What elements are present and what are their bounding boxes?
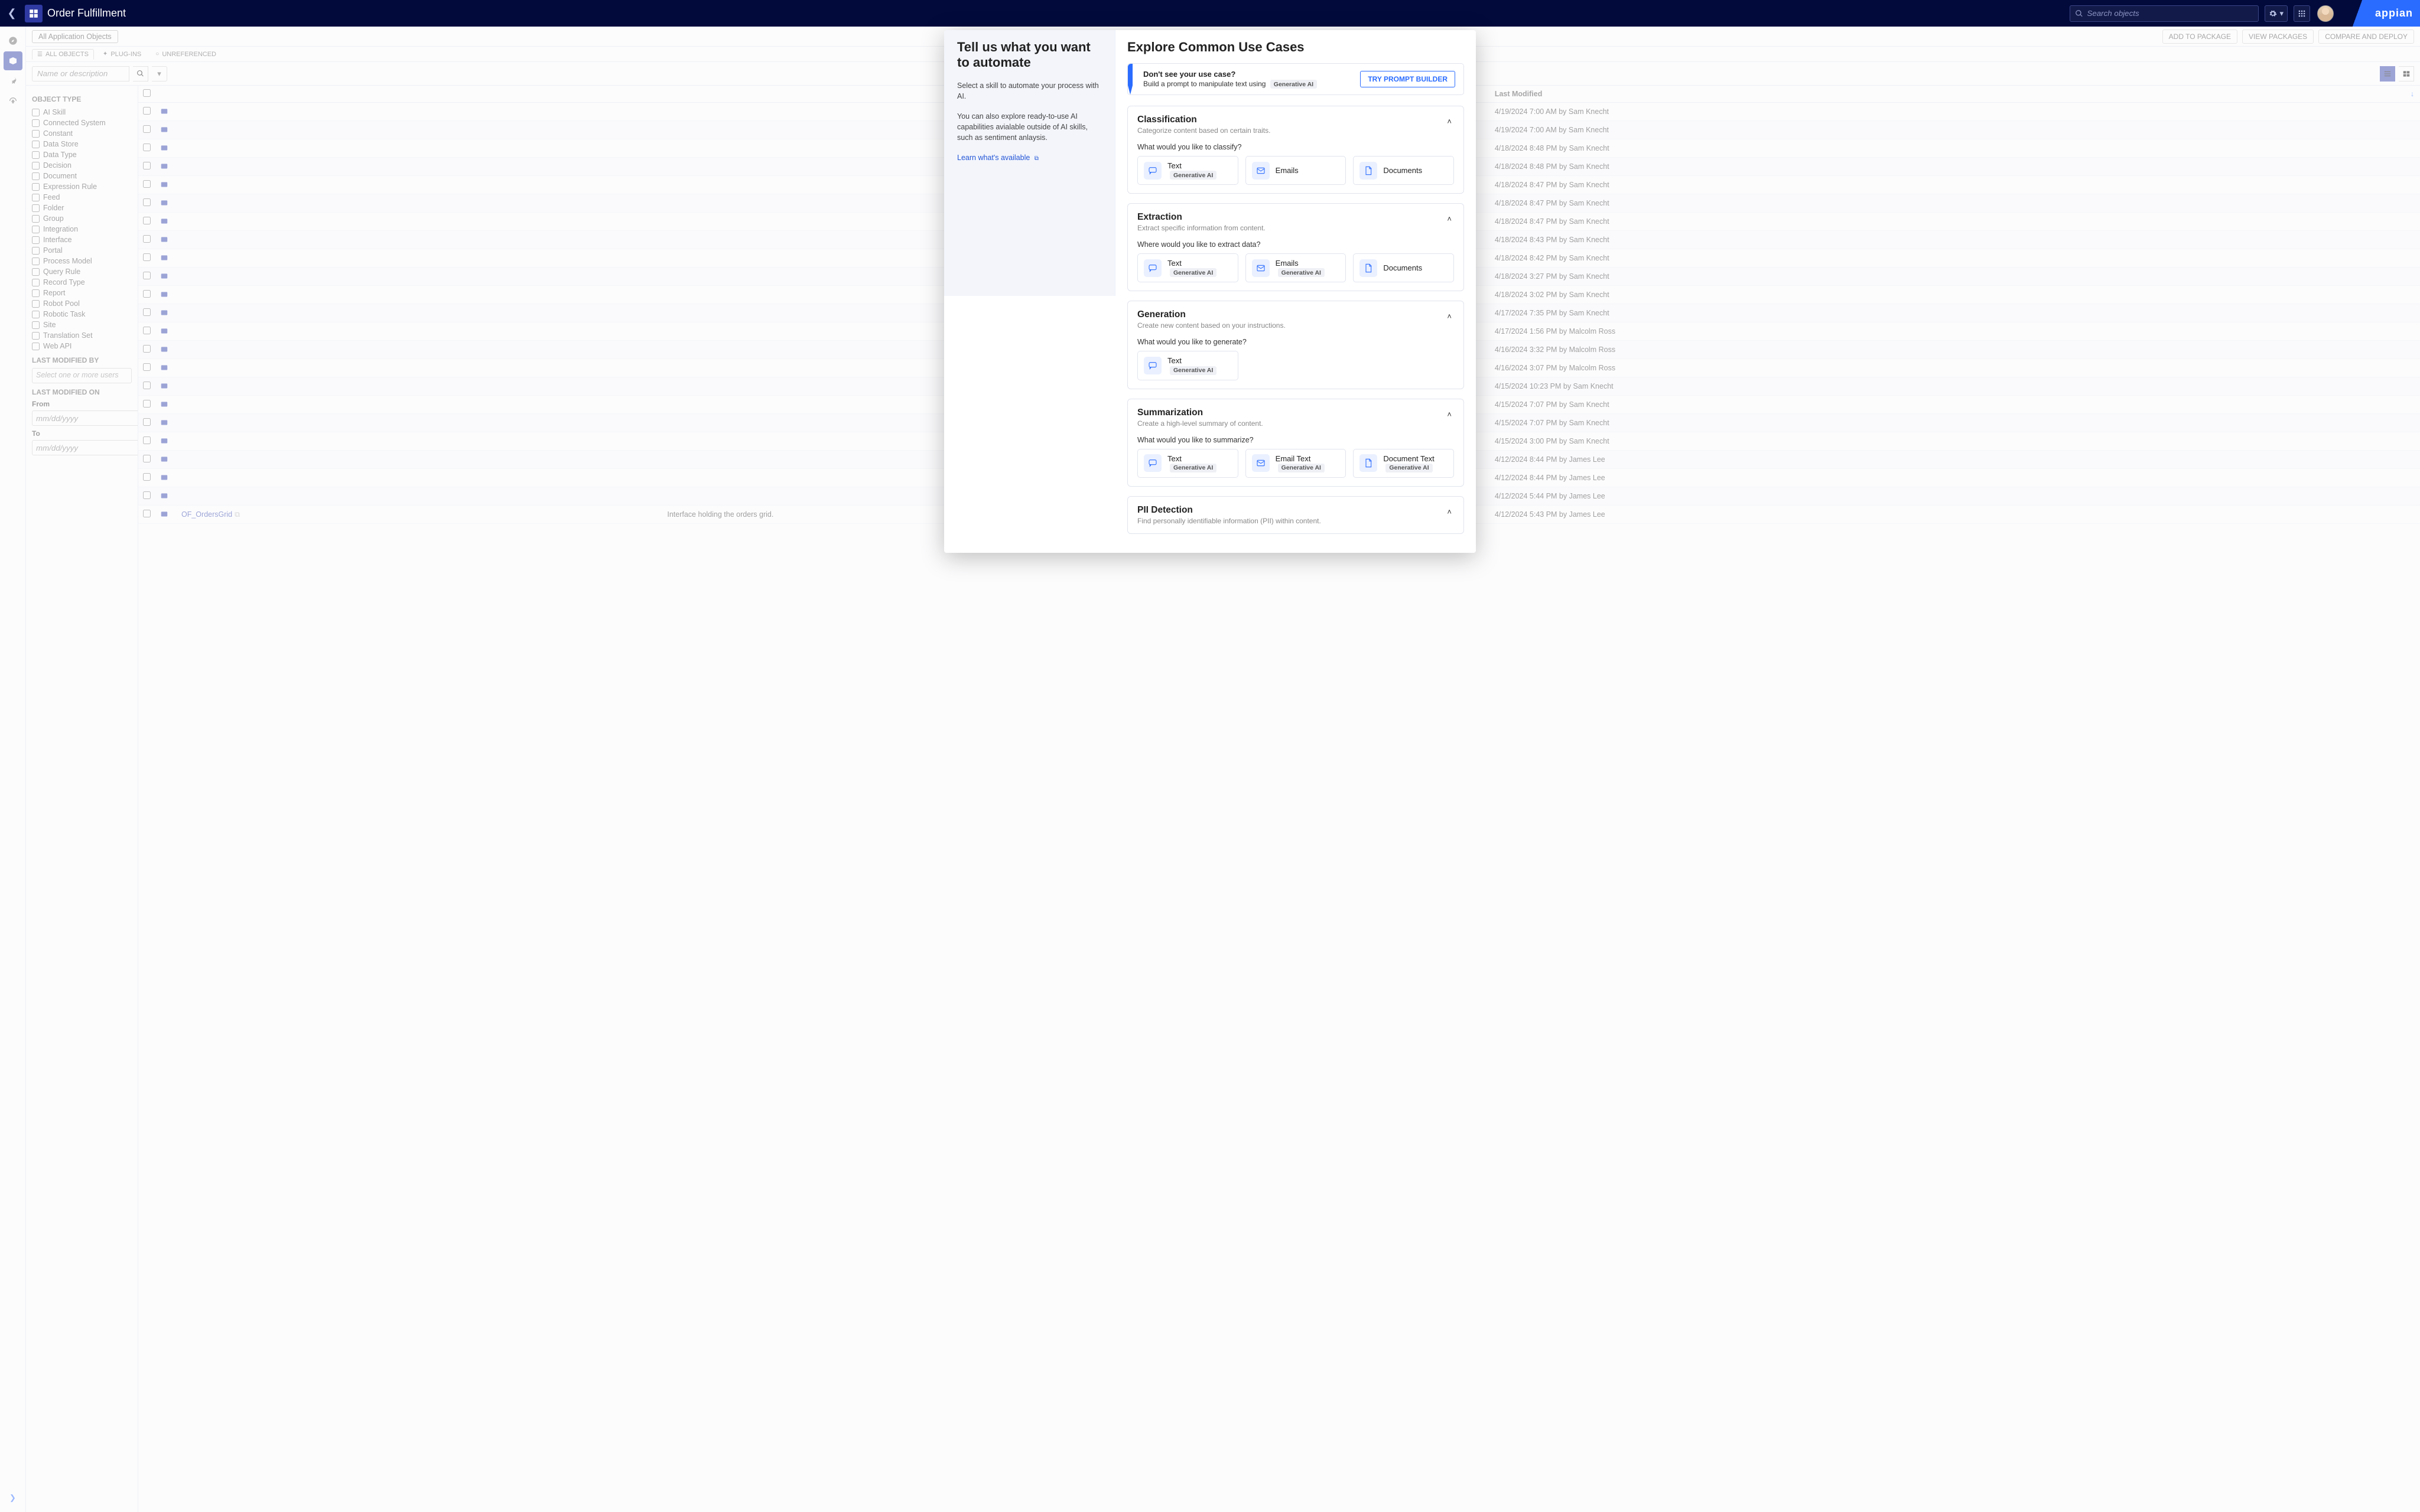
banner-title: Don't see your use case? [1143,70,1360,79]
section-title: Classification [1137,115,1445,125]
modal-overlay[interactable]: Tell us what you want to automate Select… [0,27,2420,1512]
app-switcher-icon[interactable] [25,5,43,22]
section-prompt: What would you like to generate? [1137,338,1454,346]
collapse-toggle[interactable]: ˄ [1445,505,1454,519]
section-prompt: What would you like to summarize? [1137,436,1454,444]
external-link-icon: ⧉ [1035,155,1039,162]
dialog-right-panel: Explore Common Use Cases Don't see your … [1115,30,1476,553]
option-classification-emails[interactable]: Emails [1245,156,1346,185]
search-input[interactable] [2087,9,2253,18]
collapse-toggle[interactable]: ˄ [1445,408,1454,421]
prompt-builder-banner: Don't see your use case? Build a prompt … [1127,63,1464,95]
option-label: Emails [1276,259,1325,268]
generative-ai-badge: Generative AI [1170,268,1216,277]
option-summarization-document-text[interactable]: Document Text Generative AI [1353,449,1454,478]
chat-icon [1144,357,1162,374]
section-title: PII Detection [1137,505,1445,516]
banner-subtitle-text: Build a prompt to manipulate text using [1143,80,1266,88]
collapse-toggle[interactable]: ˄ [1445,309,1454,323]
global-search[interactable] [2070,5,2259,22]
dialog-left-panel: Tell us what you want to automate Select… [944,30,1115,296]
dialog-left-p1: Select a skill to automate your process … [957,80,1102,102]
generative-ai-badge: Generative AI [1278,464,1325,472]
collapse-toggle[interactable]: ˄ [1445,115,1454,128]
chat-icon [1144,454,1162,472]
search-icon [2075,9,2083,18]
section-subtitle: Create new content based on your instruc… [1137,321,1445,330]
doc-icon [1359,454,1377,472]
option-summarization-email-text[interactable]: Email Text Generative AI [1245,449,1346,478]
section-subtitle: Find personally identifiable information… [1137,517,1445,525]
generative-ai-badge: Generative AI [1385,464,1432,472]
generative-ai-badge: Generative AI [1170,464,1216,472]
option-label: Email Text [1276,454,1325,463]
doc-icon [1359,162,1377,180]
section-subtitle: Extract specific information from conten… [1137,224,1445,232]
back-button[interactable]: ❮ [4,5,20,22]
dialog-left-p2: You can also explore ready-to-use AI cap… [957,111,1102,143]
option-extraction-documents[interactable]: Documents [1353,253,1454,282]
option-label: Text [1167,356,1216,365]
option-extraction-text[interactable]: Text Generative AI [1137,253,1238,282]
apps-icon [2298,9,2306,18]
dialog-left-title: Tell us what you want to automate [957,40,1102,71]
mail-icon [1252,162,1270,180]
option-classification-documents[interactable]: Documents [1353,156,1454,185]
section-options: Text Generative AI Emails Generative AI … [1137,253,1454,282]
section-subtitle: Create a high-level summary of content. [1137,419,1445,428]
generative-ai-badge: Generative AI [1170,171,1216,180]
option-label: Text [1167,161,1216,170]
banner-subtitle: Build a prompt to manipulate text using … [1143,80,1360,89]
learn-link[interactable]: Learn what's available ⧉ [957,154,1102,162]
learn-link-label: Learn what's available [957,154,1030,162]
dialog-right-title: Explore Common Use Cases [1127,40,1472,55]
section-classification: Classification Categorize content based … [1127,106,1464,194]
option-label: Text [1167,454,1216,463]
option-label: Emails [1276,166,1299,175]
chat-icon [1144,259,1162,277]
section-title: Summarization [1137,408,1445,418]
ai-skill-dialog: Tell us what you want to automate Select… [944,30,1476,553]
generative-ai-badge: Generative AI [1270,80,1317,89]
option-label: Text [1167,259,1216,268]
gear-icon [2269,9,2277,18]
user-avatar[interactable] [2317,5,2334,22]
option-extraction-emails[interactable]: Emails Generative AI [1245,253,1346,282]
section-options: Text Generative AI Emails Documents [1137,156,1454,185]
brand-logo: appian [2343,0,2420,27]
generative-ai-badge: Generative AI [1170,366,1216,375]
option-summarization-text[interactable]: Text Generative AI [1137,449,1238,478]
generative-ai-badge: Generative AI [1278,268,1325,277]
section-subtitle: Categorize content based on certain trai… [1137,126,1445,135]
app-grid-button[interactable] [2294,5,2310,22]
option-classification-text[interactable]: Text Generative AI [1137,156,1238,185]
section-prompt: What would you like to classify? [1137,143,1454,151]
section-options: Text Generative AI [1137,351,1454,380]
doc-icon [1359,259,1377,277]
section-pii-detection: PII Detection Find personally identifiab… [1127,496,1464,534]
section-prompt: Where would you like to extract data? [1137,240,1454,249]
settings-dropdown[interactable]: ▾ [2265,5,2288,22]
option-label: Documents [1383,166,1422,175]
option-label: Documents [1383,263,1422,272]
option-label: Document Text [1383,454,1434,463]
section-summarization: Summarization Create a high-level summar… [1127,399,1464,487]
app-header: ❮ Order Fulfillment ▾ appian [0,0,2420,27]
collapse-toggle[interactable]: ˄ [1445,212,1454,226]
section-generation: Generation Create new content based on y… [1127,301,1464,389]
mail-icon [1252,454,1270,472]
section-options: Text Generative AI Email Text Generative… [1137,449,1454,478]
page-title: Order Fulfillment [47,7,126,19]
mail-icon [1252,259,1270,277]
section-title: Generation [1137,309,1445,320]
section-title: Extraction [1137,212,1445,223]
section-extraction: Extraction Extract specific information … [1127,203,1464,291]
option-generation-text[interactable]: Text Generative AI [1137,351,1238,380]
try-prompt-builder-button[interactable]: TRY PROMPT BUILDER [1360,71,1455,87]
chat-icon [1144,162,1162,180]
